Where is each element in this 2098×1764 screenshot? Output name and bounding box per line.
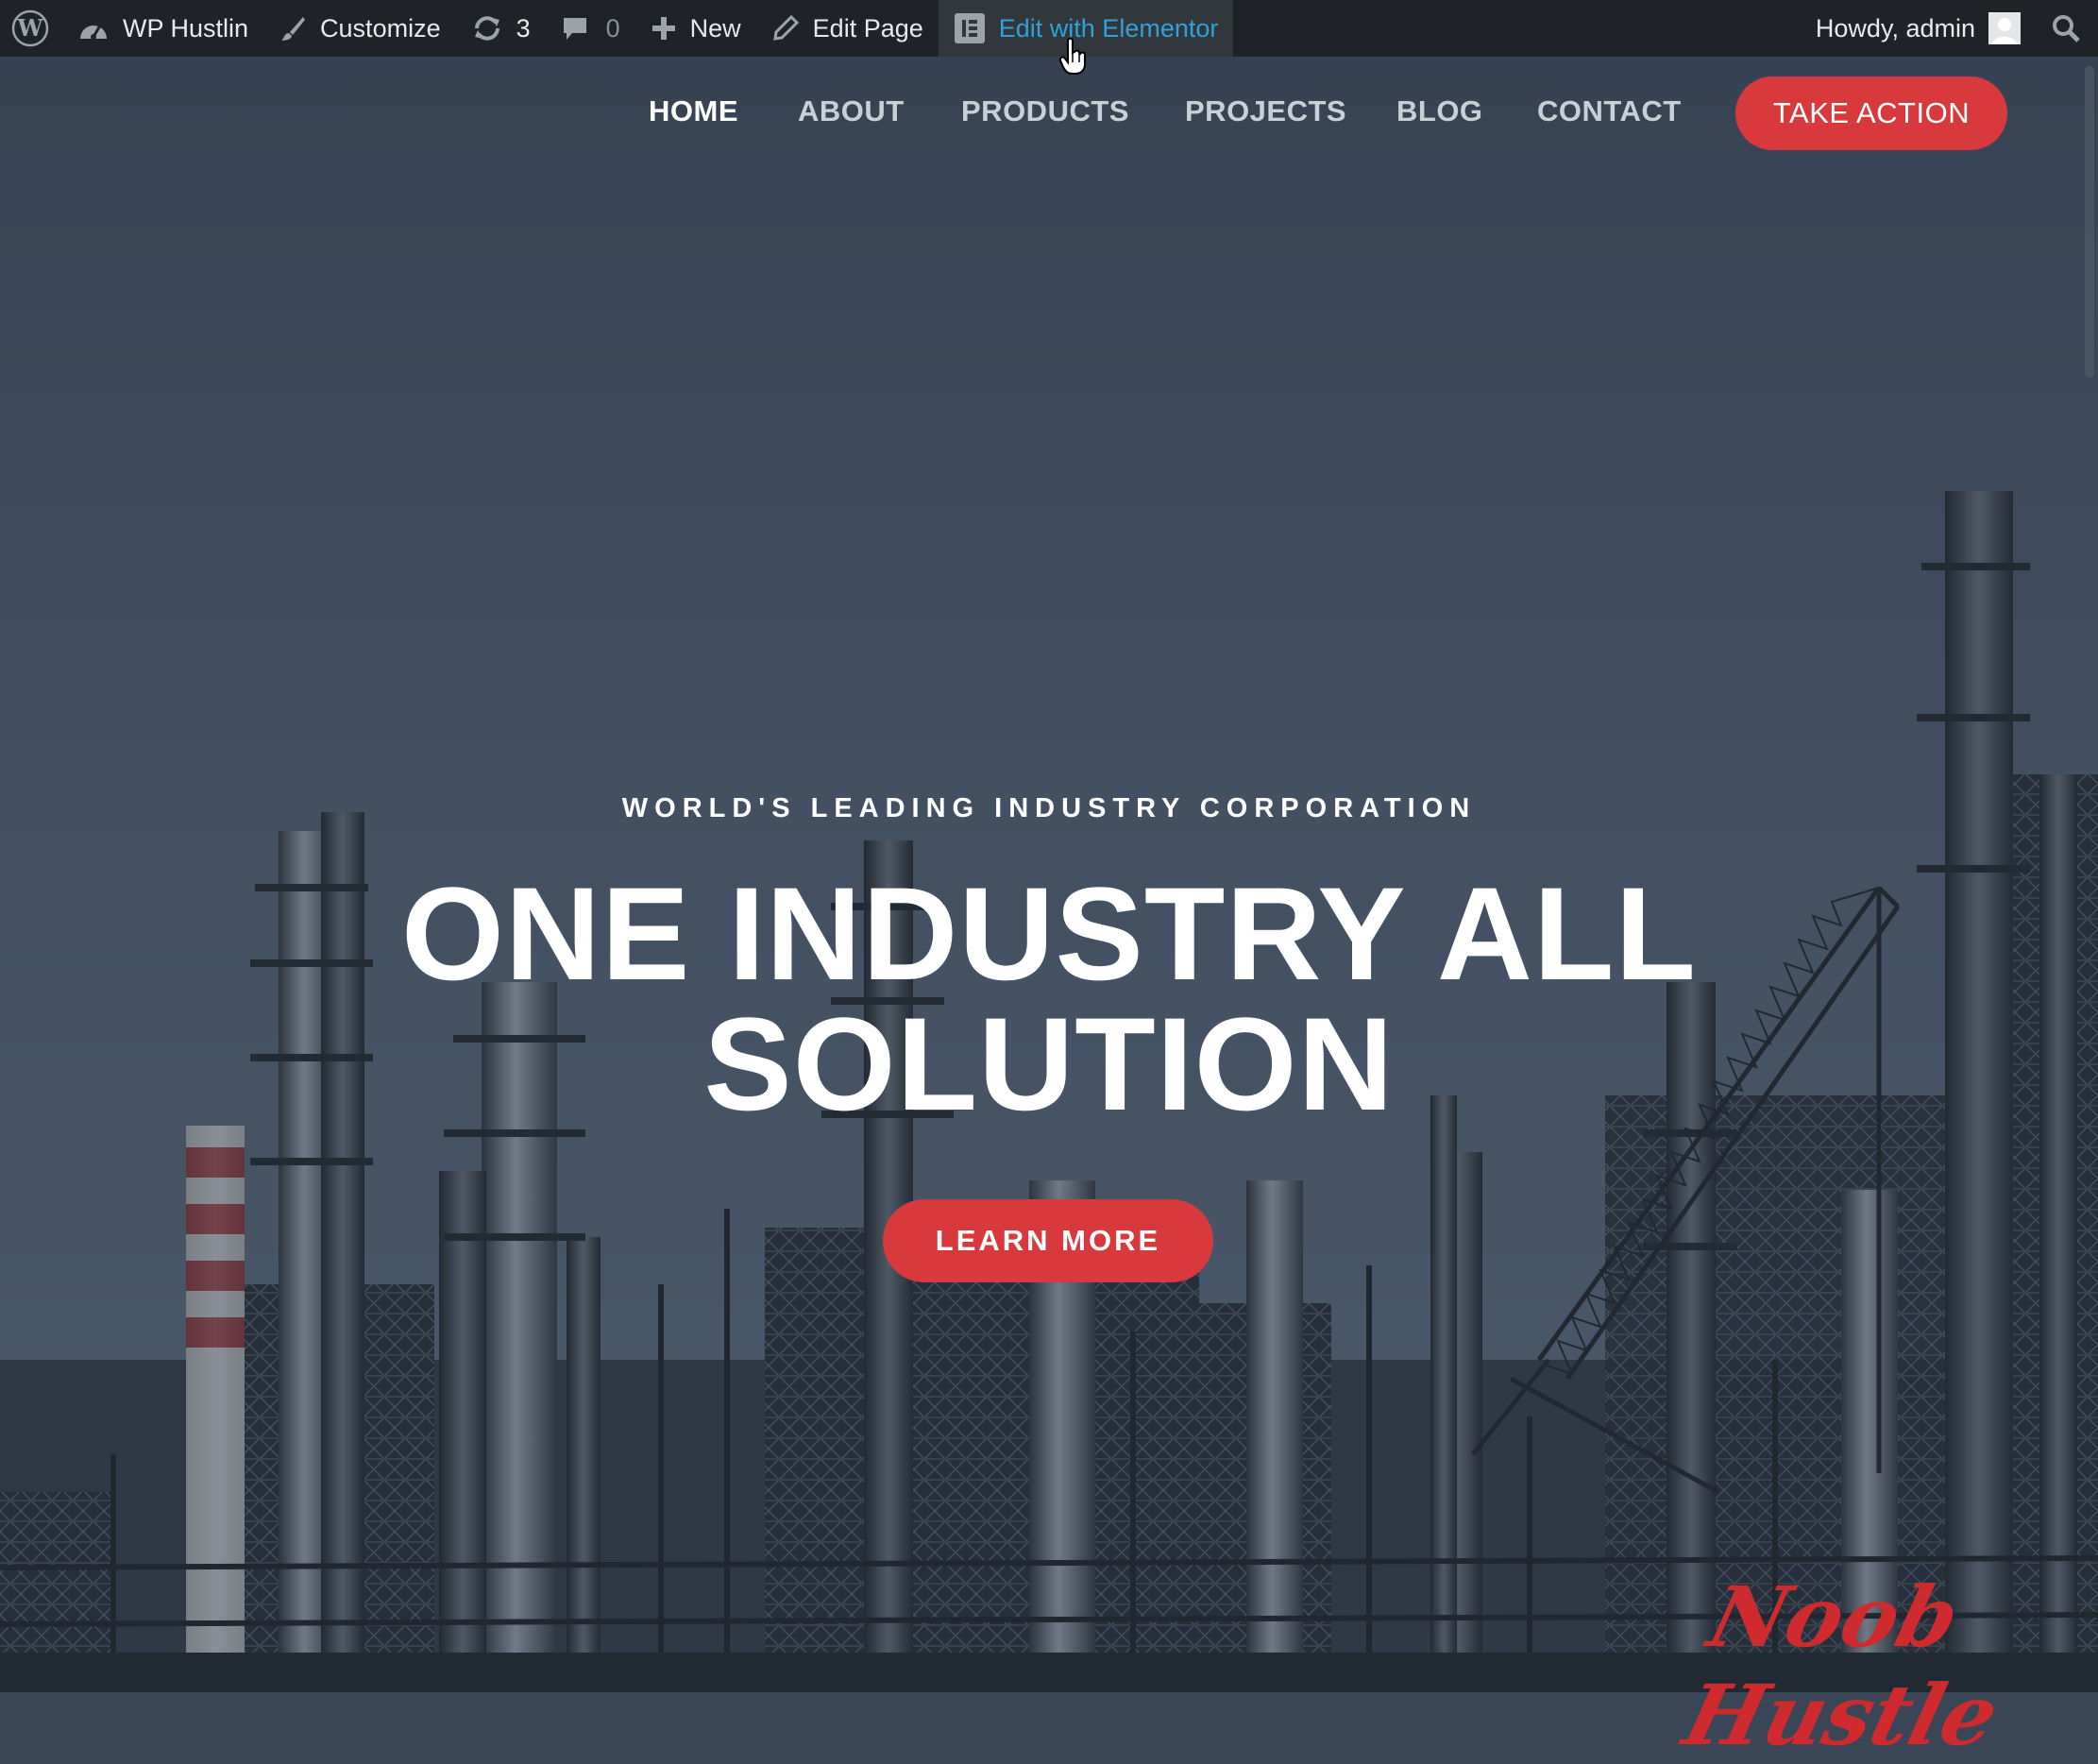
hand-cursor-icon [1058, 37, 1088, 80]
nav-contact[interactable]: CONTACT [1537, 94, 1682, 128]
updates-link[interactable]: 3 [456, 0, 546, 57]
customize-link[interactable]: Customize [263, 0, 456, 57]
edit-page-label: Edit Page [812, 13, 923, 42]
learn-more-button[interactable]: LEARN MORE [883, 1199, 1213, 1282]
edit-elementor-label: Edit with Elementor [998, 13, 1219, 42]
new-content-menu[interactable]: New [635, 0, 756, 57]
hero-eyebrow: WORLD'S LEADING INDUSTRY CORPORATION [621, 793, 1477, 823]
refresh-icon [471, 14, 503, 42]
nav-products[interactable]: PRODUCTS [961, 94, 1129, 128]
admin-bar-secondary: Howdy, admin [1801, 0, 2098, 57]
nav-blog[interactable]: BLOG [1396, 94, 1483, 128]
wp-admin-bar: W WP Hustlin Customize 3 0 New Edit Page… [0, 0, 2098, 57]
search-icon [2051, 13, 2081, 43]
updates-count: 3 [516, 13, 531, 42]
headline-line-2: SOLUTION [703, 990, 1395, 1138]
avatar-icon [1988, 12, 2021, 44]
plus-icon [651, 15, 677, 42]
headline-line-1: ONE INDUSTRY ALL [401, 859, 1697, 1008]
new-label: New [689, 13, 741, 42]
main-navigation: HOME ABOUT PRODUCTS PROJECTS BLOG CONTAC… [0, 57, 2098, 170]
nav-projects[interactable]: PROJECTS [1185, 94, 1346, 128]
elementor-icon [954, 12, 986, 44]
comments-count: 0 [605, 13, 620, 42]
brush-icon [279, 14, 307, 42]
hero-headline: ONE INDUSTRY ALL SOLUTION [0, 859, 2098, 1138]
greeting-label: Howdy, admin [1815, 13, 1975, 42]
my-account-menu[interactable]: Howdy, admin [1801, 0, 2036, 57]
pencil-icon [771, 14, 800, 42]
search-button[interactable] [2036, 0, 2098, 57]
customize-label: Customize [320, 13, 441, 42]
site-name-menu[interactable]: WP Hustlin [62, 0, 263, 57]
nav-about[interactable]: ABOUT [798, 94, 905, 128]
comment-icon [561, 14, 589, 42]
dashboard-icon [77, 14, 110, 42]
take-action-button[interactable]: TAKE ACTION [1735, 76, 2007, 150]
wordpress-icon: W [11, 9, 49, 47]
wordpress-logo-menu[interactable]: W [0, 0, 62, 57]
nav-home[interactable]: HOME [649, 94, 738, 128]
site-name-label: WP Hustlin [123, 13, 249, 42]
edit-page-link[interactable]: Edit Page [756, 0, 939, 57]
noob-hustle-watermark: Noob Hustle [1675, 1568, 2008, 1764]
svg-text:W: W [17, 14, 44, 42]
comments-link[interactable]: 0 [546, 0, 635, 57]
